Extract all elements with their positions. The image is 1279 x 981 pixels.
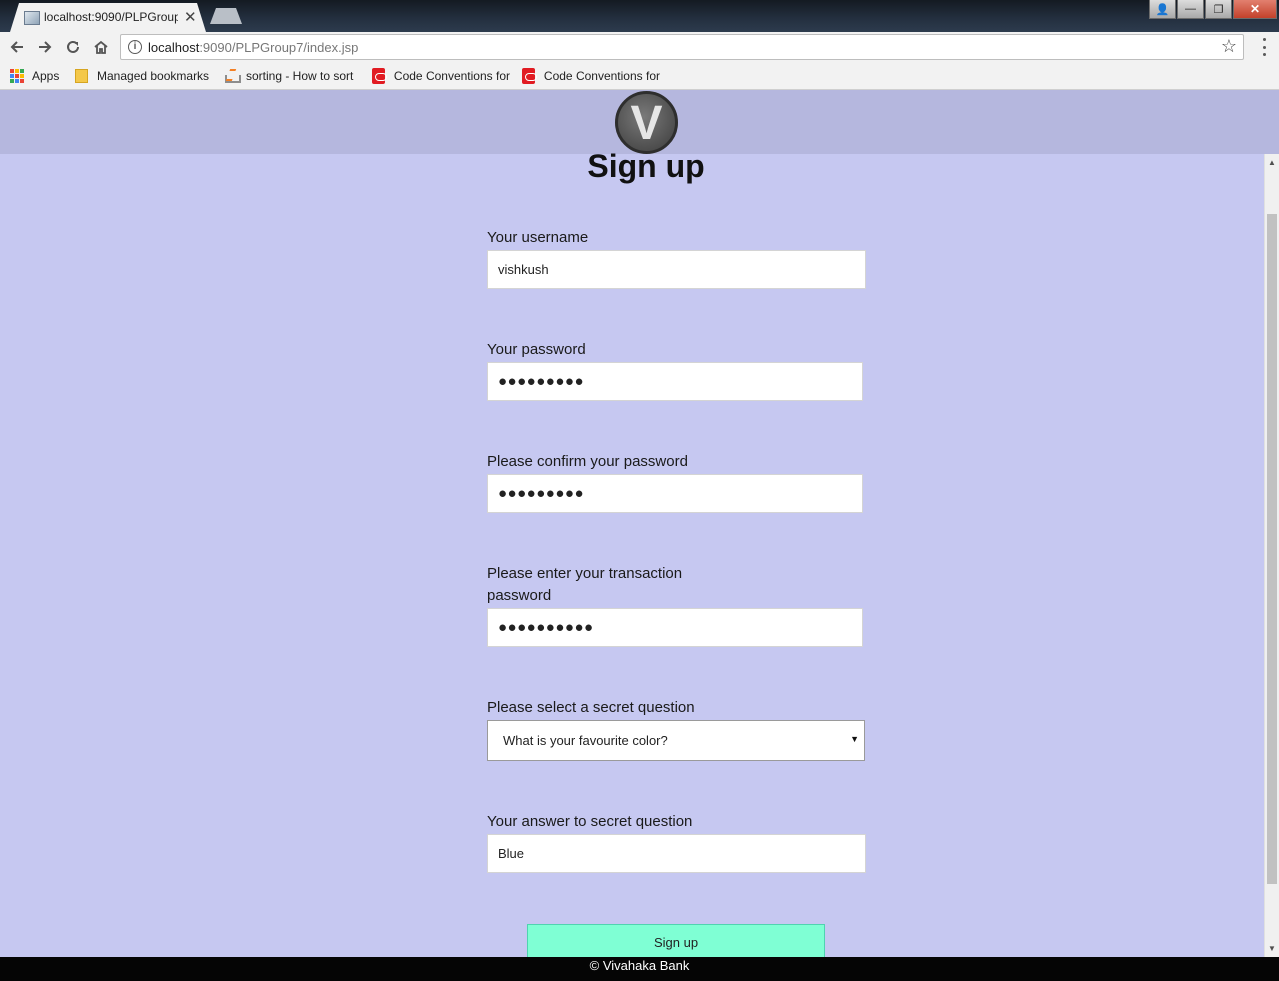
chevron-down-icon: ▼ (850, 734, 859, 744)
confirm-password-input[interactable]: ●●●●●●●●● (487, 474, 863, 513)
bookmarks-bar: Apps Managed bookmarks sorting - How to … (0, 62, 1279, 90)
address-bar[interactable]: i localhost:9090/PLPGroup7/index.jsp ☆ (120, 34, 1244, 60)
folder-icon (75, 69, 88, 83)
tab-title: localhost:9090/PLPGroup7/index.jsp (44, 10, 178, 24)
window-controls: 👤 — ❐ ✕ (1148, 0, 1277, 19)
browser-tab[interactable]: localhost:9090/PLPGroup7/index.jsp ✕ (10, 3, 206, 32)
page-scrollbar[interactable]: ▲ ▼ (1264, 154, 1279, 957)
username-input[interactable] (487, 250, 866, 289)
password-input[interactable]: ●●●●●●●●● (487, 362, 863, 401)
close-window-button[interactable]: ✕ (1233, 0, 1277, 19)
stackoverflow-icon (224, 69, 241, 83)
bookmark-code-conventions-2[interactable]: Code Conventions for (522, 68, 660, 84)
bookmark-apps[interactable]: Apps (10, 68, 70, 84)
sign-up-button[interactable]: Sign up (527, 924, 825, 960)
confirm-password-label: Please confirm your password (487, 453, 688, 470)
bookmark-sorting[interactable]: sorting - How to sort (224, 68, 358, 84)
transaction-password-label: Please enter your transaction password (487, 565, 683, 604)
restore-button[interactable]: ❐ (1205, 0, 1232, 19)
minimize-button[interactable]: — (1177, 0, 1204, 19)
user-profile-button[interactable]: 👤 (1149, 0, 1176, 19)
browser-toolbar: i localhost:9090/PLPGroup7/index.jsp ☆ (0, 32, 1279, 62)
password-label: Your password (487, 341, 586, 358)
oracle-icon (522, 68, 537, 84)
star-icon[interactable]: ☆ (1221, 36, 1237, 57)
page-title: Sign up (587, 148, 705, 184)
logo-letter: V (630, 96, 663, 150)
bookmark-code-conventions-1[interactable]: Code Conventions for (372, 68, 510, 84)
apps-grid-icon (10, 69, 24, 83)
username-label: Your username (487, 229, 589, 246)
info-icon[interactable]: i (128, 40, 142, 54)
secret-question-label: Please select a secret question (487, 699, 695, 716)
scroll-up-icon[interactable]: ▲ (1268, 158, 1276, 167)
secret-answer-label: Your answer to secret question (487, 813, 693, 830)
page-footer: © Vivahaka Bank (0, 957, 1279, 981)
bank-logo: V (615, 91, 678, 154)
home-icon[interactable] (90, 36, 112, 58)
back-arrow-icon[interactable] (6, 36, 28, 58)
forward-arrow-icon[interactable] (34, 36, 56, 58)
secret-question-select[interactable]: What is your favourite color? ▼ (487, 720, 865, 761)
tab-close-icon[interactable]: ✕ (184, 8, 197, 26)
transaction-password-input[interactable]: ●●●●●●●●●● (487, 608, 863, 647)
oracle-icon (372, 68, 387, 84)
scrollbar-thumb[interactable] (1267, 214, 1277, 884)
address-url[interactable]: localhost:9090/PLPGroup7/index.jsp (148, 40, 358, 55)
bookmark-managed[interactable]: Managed bookmarks (75, 68, 215, 84)
scroll-down-icon[interactable]: ▼ (1268, 944, 1276, 953)
reload-icon[interactable] (62, 36, 84, 58)
browser-titlebar: localhost:9090/PLPGroup7/index.jsp ✕ 👤 —… (0, 0, 1279, 32)
page-favicon-icon (24, 11, 40, 25)
secret-answer-input[interactable] (487, 834, 866, 873)
secret-question-value: What is your favourite color? (503, 733, 668, 748)
new-tab-button[interactable] (210, 8, 242, 24)
menu-dots-icon[interactable] (1257, 38, 1271, 56)
